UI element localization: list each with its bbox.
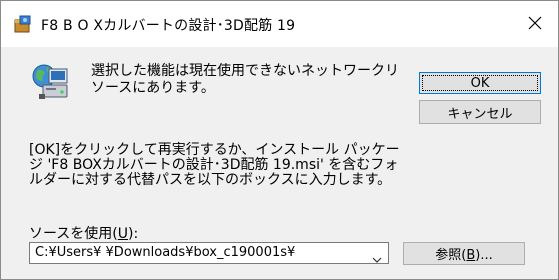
source-label: ソースを使用(U): <box>29 223 138 243</box>
instruction-text: [OK]をクリックして再実行するか、インストール パッケージ 'F8 BOXカル… <box>29 142 400 188</box>
close-icon <box>528 15 542 34</box>
browse-button-label: 参照(B)... <box>435 244 492 263</box>
browse-button[interactable]: 参照(B)... <box>403 242 525 265</box>
cancel-button[interactable]: キャンセル <box>419 100 541 124</box>
msi-source-dialog: F8 B O Xカルバートの設計･3D配筋 19 選択した機能は現在使用できない… <box>0 0 559 280</box>
browse-label-accelerator: B <box>466 248 476 263</box>
window-title: F8 B O Xカルバートの設計･3D配筋 19 <box>41 18 296 34</box>
source-path-value[interactable]: C:¥Users¥ ¥Downloads¥box_c190001s¥ <box>35 245 295 260</box>
source-label-end: ): <box>128 226 139 242</box>
installer-package-icon <box>13 14 33 34</box>
focus-rectangle <box>422 75 538 91</box>
browse-label-prefix: 参照( <box>435 248 467 263</box>
close-button[interactable] <box>512 1 558 47</box>
ok-button[interactable]: OK <box>419 72 541 94</box>
browse-label-suffix: )... <box>475 248 493 263</box>
network-drive-icon <box>31 61 71 101</box>
source-label-accelerator: U <box>117 226 129 242</box>
source-label-text: ソースを使用( <box>29 226 118 242</box>
cancel-button-label: キャンセル <box>447 106 513 122</box>
chevron-down-icon[interactable] <box>372 249 382 263</box>
dialog-message: 選択した機能は現在使用できないネットワークリソースにあります。 <box>91 63 399 96</box>
source-path-combobox[interactable]: C:¥Users¥ ¥Downloads¥box_c190001s¥ <box>29 242 389 264</box>
dialog-content: 選択した機能は現在使用できないネットワークリソースにあります。 OK キャンセル… <box>1 47 558 279</box>
title-bar: F8 B O Xカルバートの設計･3D配筋 19 <box>1 1 558 47</box>
